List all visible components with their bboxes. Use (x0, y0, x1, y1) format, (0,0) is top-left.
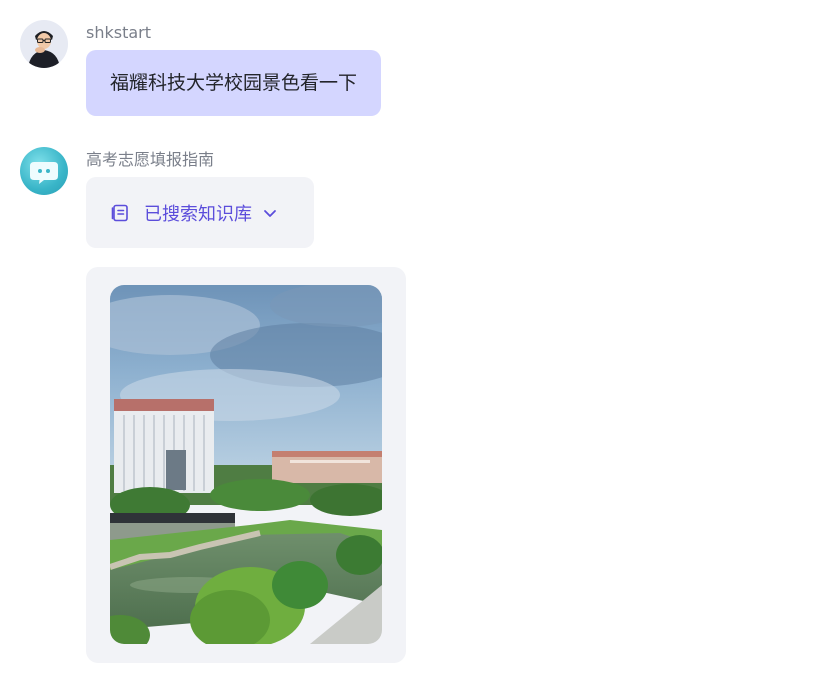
bot-message: 高考志愿填报指南 已搜索知识库 (20, 147, 314, 248)
campus-photo[interactable] (110, 285, 382, 644)
knowledge-base-status: 已搜索知识库 (144, 203, 252, 225)
chat-thread: shkstart 福耀科技大学校园景色看一下 高考志愿填报指南 已搜索知识库 (0, 0, 817, 686)
chevron-down-icon (262, 205, 278, 221)
user-message-bubble: 福耀科技大学校园景色看一下 (86, 50, 382, 116)
document-icon (110, 203, 130, 223)
chat-bubble-icon (30, 162, 58, 184)
bot-name: 高考志愿填报指南 (86, 150, 215, 169)
user-avatar[interactable] (20, 20, 68, 68)
user-name: shkstart (86, 23, 152, 42)
bot-avatar[interactable] (20, 147, 68, 195)
image-result-card (86, 267, 406, 663)
knowledge-base-toggle[interactable]: 已搜索知识库 (86, 177, 314, 248)
person-portrait-icon (20, 20, 68, 68)
campus-landscape-image (110, 285, 382, 644)
user-message: shkstart 福耀科技大学校园景色看一下 (20, 20, 382, 116)
